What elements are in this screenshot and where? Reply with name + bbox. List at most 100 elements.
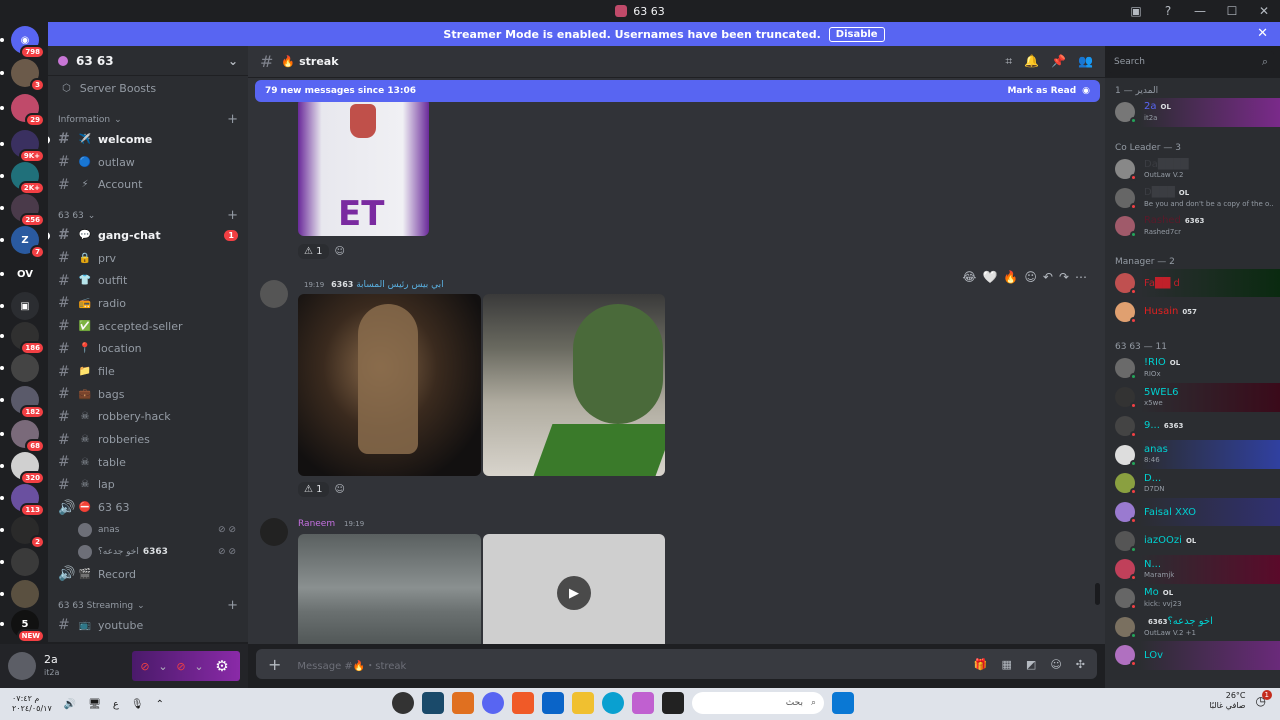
message-composer[interactable]: + Message #🔥・streak 🎁 ▦ ◩ ☺ ✣ (256, 649, 1097, 679)
weather-widget[interactable]: 26°C صافي غالبًا (1209, 691, 1245, 711)
discord-icon[interactable] (482, 692, 504, 714)
apps-icon[interactable]: ✣ (1076, 658, 1085, 671)
channel-outlaw[interactable]: # 🔵 outlaw (48, 151, 248, 174)
channel-location[interactable]: # 📍 location (48, 338, 248, 361)
inbox-icon[interactable]: ▣ (1120, 4, 1152, 18)
gift-icon[interactable]: 🎁 (974, 658, 988, 671)
voice-user[interactable]: anas ⊘ ⊘ (48, 519, 248, 541)
voice-user[interactable]: اخو جدعه؟ 6363 ⊘ ⊘ (48, 541, 248, 563)
start-icon[interactable] (832, 692, 854, 714)
gear-icon[interactable]: ⚙ (208, 657, 236, 675)
mute-mic-icon[interactable]: ⊘ (136, 660, 154, 673)
forward-icon[interactable]: ↷ (1059, 270, 1069, 284)
taskview-icon[interactable] (662, 692, 684, 714)
category-main[interactable]: 63 63 ⌄ + (48, 202, 248, 224)
emoji-icon[interactable]: ☺ (1050, 658, 1061, 671)
laugh-emoji-icon[interactable]: 😂 (962, 270, 976, 284)
member-item[interactable]: 5WEL6 x5we (1105, 382, 1280, 412)
category-streaming[interactable]: 63 63 Streaming ⌄ + (48, 592, 248, 614)
member-item[interactable]: Faisal XXO (1105, 497, 1280, 527)
add-reaction-icon[interactable]: ☺ (335, 484, 345, 495)
channel-robbery-hack[interactable]: # ☠ robbery-hack (48, 406, 248, 429)
add-reaction-icon[interactable]: ☺ (335, 246, 345, 257)
deafen-icon[interactable]: ⊘ (172, 660, 190, 673)
server-icon[interactable] (11, 580, 39, 608)
fire-emoji-icon[interactable]: 🔥 (1003, 270, 1018, 284)
warning-reaction[interactable]: ⚠ 1 (298, 243, 329, 259)
mark-as-read-button[interactable]: Mark as Read (1007, 86, 1076, 96)
server-icon[interactable]: 2 (11, 516, 45, 549)
member-item[interactable]: اخو جدعه؟6363 OutLaw V.2 +1 (1105, 612, 1280, 641)
avatar[interactable] (260, 518, 288, 546)
members-icon[interactable]: 👥 (1078, 54, 1093, 69)
channel-table[interactable]: # ☠ table (48, 451, 248, 474)
upload-plus-icon[interactable]: + (268, 655, 281, 674)
channel-bags[interactable]: # 💼 bags (48, 383, 248, 406)
more-icon[interactable]: ⋯ (1075, 270, 1087, 284)
channel-youtube[interactable]: # 📺 youtube (48, 614, 248, 637)
help-icon[interactable]: ? (1152, 4, 1184, 18)
warning-reaction[interactable]: ⚠ 1 (298, 481, 329, 497)
add-channel-icon[interactable]: + (227, 209, 238, 222)
voice-channel-record[interactable]: 🔊 🎬 Record (48, 563, 248, 586)
server-icon[interactable]: 3 (11, 59, 45, 92)
member-item[interactable]: iazOOzi OL (1105, 526, 1280, 555)
chevron-up-icon[interactable]: ⌃ (156, 699, 164, 710)
avatar[interactable] (8, 652, 36, 680)
cafe-image[interactable] (483, 294, 665, 476)
server-icon[interactable]: OV (11, 260, 39, 288)
member-item[interactable]: Husain 057 (1105, 297, 1280, 326)
member-item[interactable]: LOv (1105, 641, 1280, 670)
search-input[interactable]: Search ⌕ (1108, 51, 1274, 73)
maximize-button[interactable]: ☐ (1216, 4, 1248, 18)
add-channel-icon[interactable]: + (227, 599, 238, 612)
channel-outfit[interactable]: # 👕 outfit (48, 269, 248, 292)
channel-robberies[interactable]: # ☠ robberies (48, 428, 248, 451)
threads-icon[interactable]: ⌗ (1005, 54, 1012, 69)
channel-file[interactable]: # 📁 file (48, 360, 248, 383)
app-icon[interactable] (452, 692, 474, 714)
category-information[interactable]: Information ⌄ + (48, 106, 248, 128)
server-icon[interactable]: 29 (11, 94, 45, 127)
server-icon[interactable]: 5 NEW (11, 610, 45, 643)
server-icon[interactable]: Z7 (11, 226, 45, 259)
member-item[interactable]: 9... 6363 (1105, 412, 1280, 441)
server-header[interactable]: 63 63 ⌄ (48, 46, 248, 76)
close-icon[interactable]: ✕ (1257, 26, 1268, 41)
minimize-button[interactable]: — (1184, 4, 1216, 18)
member-item[interactable]: D███ OL Be you and don't be a copy of the … (1105, 183, 1280, 212)
member-item[interactable]: Mo OL kick: vvj23 (1105, 584, 1280, 613)
user-info[interactable]: 2a it2a (44, 653, 59, 679)
server-icon[interactable] (11, 548, 39, 576)
message-list[interactable]: 79 new messages since 13:06 Mark as Read… (248, 78, 1105, 644)
brave-icon[interactable] (512, 692, 534, 714)
bell-icon[interactable]: 🔔 (1024, 54, 1039, 69)
language-indicator[interactable]: ع (113, 699, 119, 710)
channel-prv[interactable]: # 🔒 prv (48, 247, 248, 270)
chevron-down-icon[interactable]: ⌄ (154, 660, 172, 673)
video-attachment[interactable]: ▶ (483, 534, 665, 644)
member-item[interactable]: Da████ OutLaw V.2 (1105, 155, 1280, 184)
server-icon[interactable]: 113 (11, 484, 45, 517)
volume-icon[interactable]: 🔊 (64, 699, 76, 710)
avatar[interactable] (260, 280, 288, 308)
folder-icon[interactable] (572, 692, 594, 714)
channel-accepted-seller[interactable]: # ✅ accepted-seller (48, 315, 248, 338)
outlook-icon[interactable] (542, 692, 564, 714)
beach-image[interactable] (298, 534, 481, 644)
server-icon[interactable]: 9K+ (11, 130, 45, 163)
copilot-icon[interactable] (632, 692, 654, 714)
pin-icon[interactable]: 📌 (1051, 54, 1066, 69)
play-icon[interactable]: ▶ (557, 576, 591, 610)
sticker-icon[interactable]: ◩ (1026, 658, 1036, 671)
member-item[interactable]: N... Maramjk (1105, 554, 1280, 584)
gif-icon[interactable]: ▦ (1002, 658, 1012, 671)
member-item[interactable]: !RIO OL RIOx (1105, 354, 1280, 383)
server-boosts-link[interactable]: ⬡ Server Boosts (48, 76, 248, 100)
mic-icon[interactable]: 🎙 (131, 699, 144, 710)
member-item[interactable]: 2a OL it2a (1105, 98, 1280, 127)
add-reaction-icon[interactable]: ☺ (1024, 270, 1037, 284)
member-item[interactable]: D... D7DN (1105, 469, 1280, 498)
server-icon[interactable]: 256 (11, 194, 45, 227)
reply-icon[interactable]: ↶ (1043, 270, 1053, 284)
